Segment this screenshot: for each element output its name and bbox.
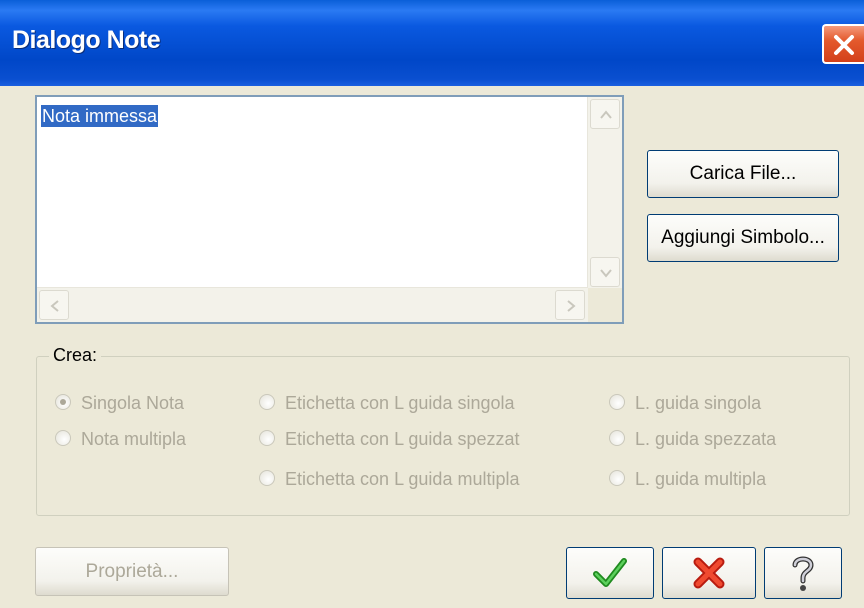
chevron-left-icon xyxy=(50,300,59,312)
chevron-right-icon xyxy=(567,300,576,312)
checkmark-icon xyxy=(593,558,627,587)
carica-file-button[interactable]: Carica File... xyxy=(647,150,839,198)
scroll-left-button[interactable] xyxy=(39,290,69,320)
question-mark-icon xyxy=(792,556,814,591)
note-textarea[interactable]: Nota immessa xyxy=(35,95,624,324)
radio-circle xyxy=(55,430,71,446)
radio-label: Nota multipla xyxy=(81,429,187,449)
scroll-down-button[interactable] xyxy=(590,257,620,287)
aggiungi-simbolo-button[interactable]: Aggiungi Simbolo... xyxy=(647,214,839,262)
scroll-up-button[interactable] xyxy=(590,99,620,129)
crea-label: Crea: xyxy=(49,345,102,366)
radio-label: L. guida spezzata xyxy=(635,429,777,449)
scrollbar-corner xyxy=(588,288,622,322)
chevron-up-icon xyxy=(600,110,612,119)
radio-label: Singola Nota xyxy=(81,393,185,413)
help-button[interactable] xyxy=(764,547,842,599)
window-title: Dialogo Note xyxy=(12,26,161,54)
note-text: Nota immessa xyxy=(41,105,159,127)
scroll-right-button[interactable] xyxy=(555,290,585,320)
radio-label: L. guida singola xyxy=(635,393,762,413)
horizontal-scrollbar[interactable] xyxy=(37,287,588,322)
radio-label: Etichetta con L guida singola xyxy=(285,393,515,413)
crea-groupbox: Crea: Singola Nota Nota multipla Etichet… xyxy=(36,345,850,516)
radio-label: L. guida multipla xyxy=(635,469,767,489)
radio-circle xyxy=(609,430,625,446)
radio-circle xyxy=(609,394,625,410)
close-button[interactable] xyxy=(822,24,864,64)
vertical-scrollbar[interactable] xyxy=(587,97,622,289)
cancel-button[interactable] xyxy=(662,547,756,599)
radio-label: Etichetta con L guida multipla xyxy=(285,469,520,489)
title-bar: Dialogo Note xyxy=(0,0,864,86)
radio-circle xyxy=(259,430,275,446)
radio-circle xyxy=(259,470,275,486)
radio-label: Etichetta con L guida spezzat xyxy=(285,429,520,449)
proprieta-button[interactable]: Proprietà... xyxy=(35,547,229,596)
radio-circle xyxy=(609,470,625,486)
close-icon xyxy=(834,35,854,55)
ok-button[interactable] xyxy=(566,547,654,599)
radio-circle xyxy=(259,394,275,410)
radio-selected-dot xyxy=(60,399,66,405)
x-icon xyxy=(693,557,725,589)
chevron-down-icon xyxy=(600,269,612,278)
